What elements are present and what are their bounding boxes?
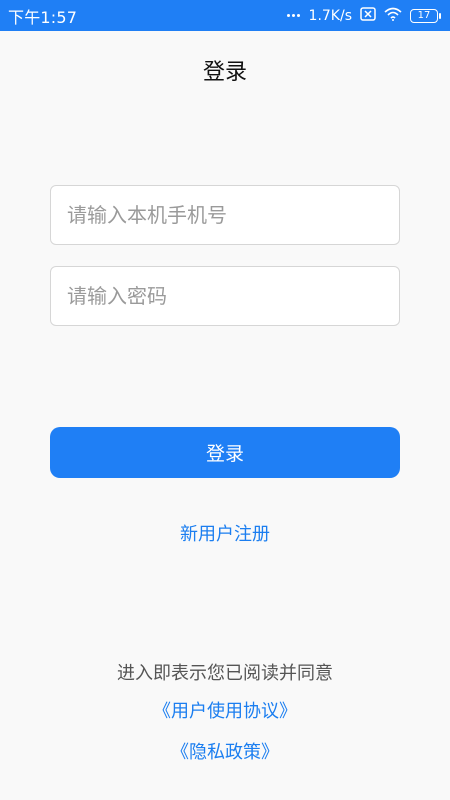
battery-icon: 17 [410, 8, 441, 23]
password-input[interactable] [50, 266, 400, 326]
status-time: 下午1:57 [8, 7, 78, 27]
signal-dots-icon [286, 14, 300, 17]
user-agreement-link[interactable]: 《用户使用协议》 [0, 697, 450, 723]
wifi-icon [384, 7, 402, 25]
battery-level: 17 [417, 10, 431, 21]
phone-input[interactable] [50, 185, 400, 245]
network-speed: 1.7K/s [308, 7, 352, 24]
agreement-notice: 进入即表示您已阅读并同意 [117, 663, 333, 684]
privacy-policy-link[interactable]: 《隐私政策》 [0, 738, 450, 764]
status-icons: 1.7K/s 17 [286, 6, 441, 25]
status-bar: 下午1:57 1.7K/s 17 [0, 0, 450, 31]
page-title: 登录 [202, 60, 247, 85]
register-link[interactable]: 新用户注册 [0, 520, 450, 546]
sim-off-icon [360, 6, 376, 25]
login-button[interactable]: 登录 [50, 427, 400, 478]
